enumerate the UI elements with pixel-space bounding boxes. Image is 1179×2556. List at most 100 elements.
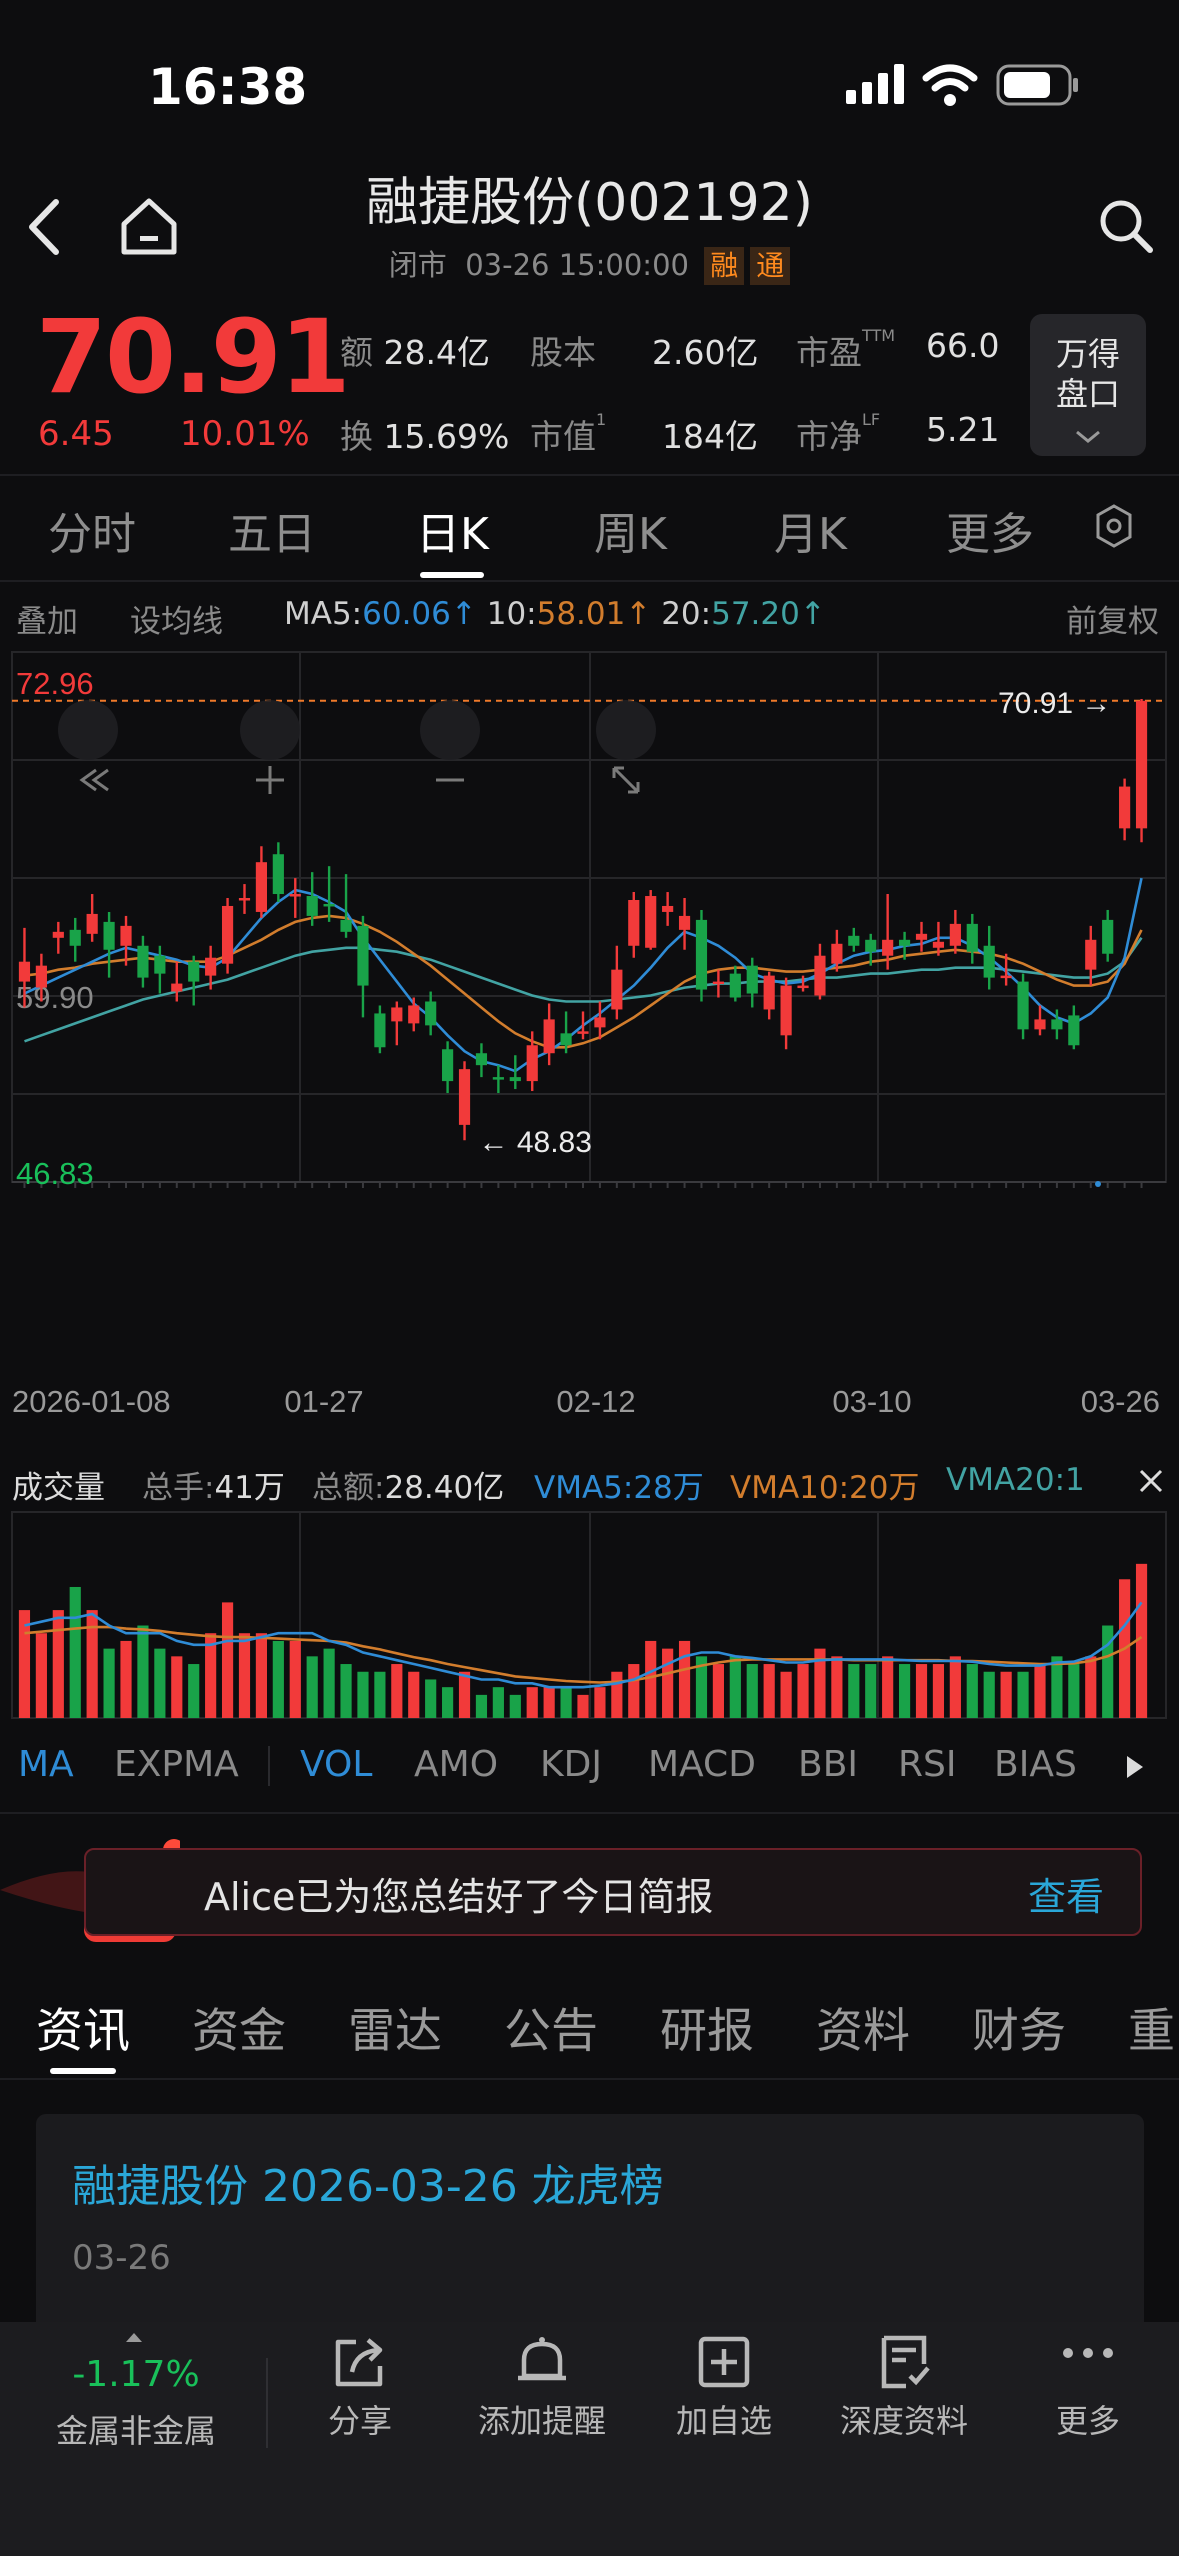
news-tab-announcement[interactable]: 公告 [504,1992,598,2061]
volume-bar [915,1664,928,1718]
candle [949,923,961,946]
bell-icon[interactable] [514,2334,570,2390]
candlestick-chart[interactable]: 72.96 59.90 46.83 2026-01-08 01-27 02-12 03-10… [0,650,1179,1430]
volume-bar [831,1656,843,1718]
indicator-rsi[interactable]: RSI [898,1744,956,1785]
mktcap-value: 184亿 [662,417,758,456]
ma20-value: 57.20↑ [711,596,826,632]
volume-bar [171,1656,183,1718]
candle [543,1019,555,1054]
volume-bar [932,1664,945,1718]
search-icon[interactable] [1096,196,1156,256]
candle [712,981,724,985]
close-datetime: 03-26 15:00:00 [465,248,689,282]
candle [831,943,843,964]
expand-button[interactable] [596,700,656,760]
close-icon[interactable] [1138,1468,1164,1494]
candle [983,945,995,978]
indicator-expma[interactable]: EXPMA [114,1744,239,1785]
news-tab-research[interactable]: 研报 [660,1992,754,2061]
volume-bar [797,1664,809,1718]
candle [1017,981,1029,1030]
candle [932,941,945,948]
tab-more[interactable]: 更多 [946,498,1034,562]
indicator-amo[interactable]: AMO [414,1744,498,1785]
more-icon[interactable] [1062,2346,1114,2360]
candle [137,945,149,978]
zoom-out-button[interactable] [420,700,480,760]
candle [306,896,318,916]
view-button[interactable]: 查看 [1028,1866,1104,1921]
volume-bar [678,1640,691,1718]
volume-bar [983,1671,995,1718]
volume-title: 成交量 [12,1470,105,1506]
ma10-value: 58.01↑ [536,596,652,632]
vma20: VMA20:1 [946,1462,1085,1498]
add-watchlist-icon[interactable] [696,2334,752,2390]
tab-intraday[interactable]: 分时 [48,498,136,562]
rewind-icon[interactable] [79,768,109,792]
news-tab-profile[interactable]: 资料 [816,1992,910,2061]
indicator-bias[interactable]: BIAS [994,1744,1077,1785]
chevron-down-icon [1076,430,1100,443]
indicator-ma[interactable]: MA [18,1744,74,1785]
share-icon[interactable] [332,2334,388,2390]
candle [442,1049,454,1082]
more-label[interactable]: 更多 [1028,2396,1148,2442]
candle [35,965,47,988]
news-title[interactable]: 融捷股份 2026-03-26 龙虎榜 [72,2150,664,2214]
volume-bar [949,1656,961,1718]
volume-bar [323,1648,335,1718]
volume-bar [1068,1664,1080,1718]
volume-chart[interactable] [0,1510,1179,1720]
play-icon[interactable] [1124,1754,1146,1780]
add-alert-label[interactable]: 添加提醒 [452,2396,632,2442]
candle [814,955,826,996]
deep-data-label[interactable]: 深度资料 [824,2396,984,2442]
share-label[interactable]: 分享 [290,2396,430,2442]
volume-bar [374,1671,386,1718]
active-news-tab-indicator [50,2068,116,2074]
tab-five-day[interactable]: 五日 [228,498,316,562]
candle [848,935,860,946]
news-tab-radar[interactable]: 雷达 [348,1992,442,2061]
tab-weekly-k[interactable]: 周K [594,498,667,562]
x-label: 03-10 [832,1384,911,1419]
news-tab-more[interactable]: 重 [1128,1992,1175,2061]
y-label-bottom: 46.83 [16,1156,94,1191]
low-price-label: ← 48.83 [479,1126,592,1159]
rewind-button[interactable] [58,700,118,760]
adjust-button[interactable]: 前复权 [1066,596,1159,641]
candle [746,965,758,994]
tab-monthly-k[interactable]: 月K [774,498,847,562]
candle [915,933,928,940]
news-tab-finance[interactable]: 财务 [972,1992,1066,2061]
candle [255,862,268,912]
indicator-vol[interactable]: VOL [300,1744,372,1785]
tab-daily-k[interactable]: 日K [416,498,489,562]
news-tab-capital[interactable]: 资金 [192,1992,286,2061]
settings-icon[interactable] [1092,502,1136,550]
sector-change[interactable]: -1.17% [20,2354,252,2395]
total-amount: 总额:28.40亿 [312,1470,505,1506]
add-watchlist-label[interactable]: 加自选 [654,2396,794,2442]
set-ma-button[interactable]: 设均线 [130,596,223,641]
period-tabs: 分时 五日 日K 周K 月K 更多 [0,494,1179,580]
y-label-mid: 59.90 [16,980,94,1015]
news-tab-info[interactable]: 资讯 [36,1992,130,2061]
overlay-button[interactable]: 叠加 [16,596,78,641]
expand-icon[interactable] [612,766,640,794]
sector-name[interactable]: 金属非金属 [20,2406,252,2452]
indicator-bbi[interactable]: BBI [798,1744,858,1785]
indicator-kdj[interactable]: KDJ [540,1744,602,1785]
candle [729,973,741,998]
caret-up-icon [126,2333,142,2342]
divider [0,2078,1179,2080]
x-label: 2026-01-08 [12,1384,171,1419]
zoom-in-icon[interactable] [256,766,284,794]
wande-orderbook-button[interactable]: 万得 盘口 [1030,314,1146,456]
deep-data-icon[interactable] [876,2334,932,2390]
zoom-in-button[interactable] [240,700,300,760]
indicator-macd[interactable]: MACD [648,1744,756,1785]
volume-bar [154,1648,166,1718]
